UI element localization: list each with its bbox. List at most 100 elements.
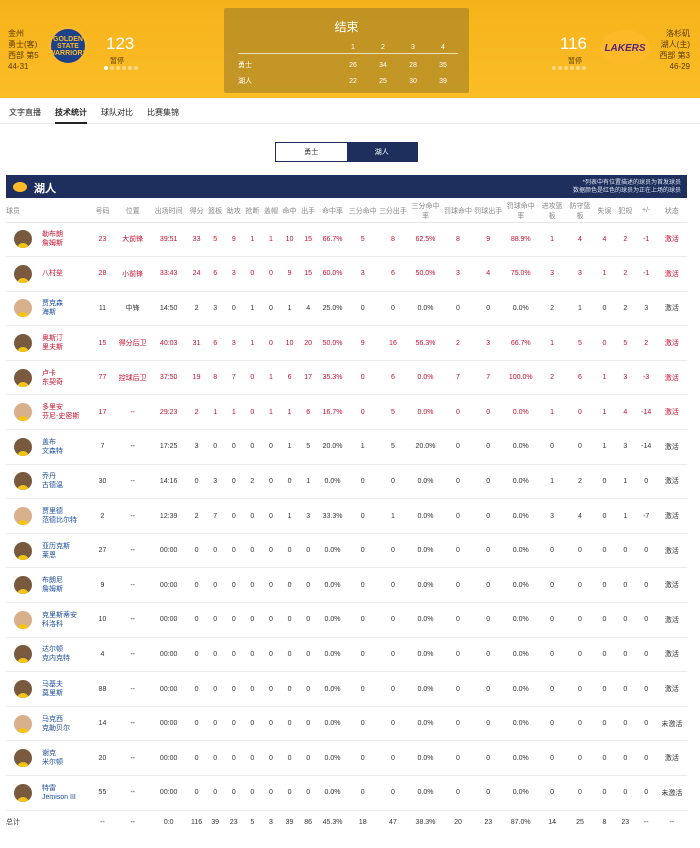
stat-cell: 0 xyxy=(566,533,594,569)
player-cell[interactable]: 乔丹 古德温 xyxy=(6,464,90,500)
stat-cell: 0 xyxy=(566,394,594,431)
player-row[interactable]: 贾克森 海斯 11 中锋 14:50 2 3 0 1 0 1 4 25.0% 0 0 0.0% 0 0 0.0% 2 1… xyxy=(6,291,687,327)
player-name[interactable]: 勒布朗 xyxy=(42,230,63,239)
lakers-logo-icon[interactable]: LAKERS xyxy=(600,30,650,66)
player-name[interactable]: 马基夫 xyxy=(42,680,63,689)
player-cell[interactable]: 克里斯蒂安 科洛科 xyxy=(6,602,90,638)
player-avatar xyxy=(14,507,32,526)
player-name[interactable]: 詹姆斯 xyxy=(42,585,63,594)
player-name[interactable]: 范德比尔特 xyxy=(42,516,77,525)
stat-cell: 4 xyxy=(614,394,636,431)
player-row[interactable]: 卢卡 东契奇 77 控球后卫 37:50 19 8 7 0 1 6 17 35.3% 0 6 0.0% 7 7 10… xyxy=(6,360,687,396)
player-cell[interactable]: 贾克森 海斯 xyxy=(6,291,90,327)
player-cell[interactable]: 奥斯汀 里夫斯 xyxy=(6,325,90,361)
tab-highlights[interactable]: 比赛集锦 xyxy=(147,98,179,124)
stat-cell: 23 xyxy=(89,222,116,258)
player-name[interactable]: 克勒贝尔 xyxy=(42,724,70,733)
player-row[interactable]: 多里安 芬尼-史密斯 17 -- 29:23 2 1 1 0 1 1 6 16.7% 0 5 0.0% 0 0 0.… xyxy=(6,394,687,431)
player-name[interactable]: 特雷 xyxy=(42,784,76,793)
player-name[interactable]: 谢克 xyxy=(42,749,63,758)
player-name[interactable]: 乔丹 xyxy=(42,472,63,481)
player-name[interactable]: 克里斯蒂安 xyxy=(42,611,77,620)
warriors-logo-icon[interactable]: GOLDEN STATE WARRIORS xyxy=(48,26,88,66)
stat-cell: 1 xyxy=(614,498,636,534)
stat-cell: 1 xyxy=(261,394,281,431)
player-cell[interactable]: 特雷 Jemison III xyxy=(6,775,90,811)
player-row[interactable]: 贾里德 范德比尔特 2 -- 12:39 2 7 0 0 0 1 3 33.3% 0 1 0.0% 0 0 0.0%… xyxy=(6,498,687,534)
player-cell[interactable]: 达尔顿 克内克特 xyxy=(6,637,90,673)
stat-cell: 6 xyxy=(205,325,225,361)
player-name[interactable]: 克内克特 xyxy=(42,654,70,663)
player-cell[interactable]: 亚历克斯 莱恩 xyxy=(6,533,90,569)
player-cell[interactable]: 马克西 克勒贝尔 xyxy=(6,706,90,742)
player-row[interactable]: 盖布 文森特 7 -- 17:25 3 0 0 0 0 1 5 20.0% 1 5 20.0% 0 0 0.0% 0 0… xyxy=(6,429,687,465)
stat-cell: 60.0% xyxy=(317,256,348,292)
quarter-score: 25 xyxy=(379,77,387,85)
player-name[interactable]: 米尔顿 xyxy=(42,758,63,767)
player-row[interactable]: 马克西 克勒贝尔 14 -- 00:00 0 0 0 0 0 0 0 0.0% 0 0 0.0% 0 0 0.0% 0… xyxy=(6,706,687,742)
player-row[interactable]: 谢克 米尔顿 20 -- 00:00 0 0 0 0 0 0 0 0.0% 0 0 0.0% 0 0 0.0% 0 0 0… xyxy=(6,740,687,776)
player-row[interactable]: 特雷 Jemison III 55 -- 00:00 0 0 0 0 0 0 0 0.0% 0 0 0.0% 0… xyxy=(6,775,687,811)
player-name[interactable]: 卢卡 xyxy=(42,369,63,378)
player-cell[interactable]: 马基夫 莫里斯 xyxy=(6,671,90,707)
stat-cell: 0 xyxy=(566,671,594,707)
player-row[interactable]: 达尔顿 克内克特 4 -- 00:00 0 0 0 0 0 0 0 0.0% 0 0 0.0% 0 0 0.0% 0 0… xyxy=(6,637,687,673)
away-rank: 西部 第3 xyxy=(659,51,690,60)
player-name[interactable]: 达尔顿 xyxy=(42,645,70,654)
player-name[interactable]: 詹姆斯 xyxy=(42,239,63,248)
team-switch-warriors[interactable]: 勇士 xyxy=(276,143,347,161)
player-row[interactable]: 马基夫 莫里斯 88 -- 00:00 0 0 0 0 0 0 0 0.0% 0 0 0.0% 0 0 0.0% 0 0… xyxy=(6,671,687,707)
player-name[interactable]: 东契奇 xyxy=(42,378,63,387)
player-cell[interactable]: 八村垒 xyxy=(6,256,90,292)
stat-cell: 7 xyxy=(205,498,225,534)
player-name[interactable]: 贾里德 xyxy=(42,507,77,516)
player-name[interactable]: 奥斯汀 xyxy=(42,334,63,343)
player-cell[interactable]: 贾里德 范德比尔特 xyxy=(6,498,90,534)
away-team-name[interactable]: 湖人(主) xyxy=(659,39,690,50)
player-row[interactable]: 克里斯蒂安 科洛科 10 -- 00:00 0 0 0 0 0 0 0 0.0% 0 0 0.0% 0 0 0.0%… xyxy=(6,602,687,638)
player-name[interactable]: Jemison III xyxy=(42,793,76,802)
player-name[interactable]: 里夫斯 xyxy=(42,343,63,352)
player-cell[interactable]: 多里安 芬尼-史密斯 xyxy=(6,394,90,431)
player-name[interactable]: 亚历克斯 xyxy=(42,542,70,551)
player-row[interactable]: 勒布朗 詹姆斯 23 大前锋 39:51 33 5 9 1 1 10 15 66.7% 5 8 62.5% 8 9… xyxy=(6,222,687,258)
player-cell[interactable]: 勒布朗 詹姆斯 xyxy=(6,222,90,258)
stat-cell: 0 xyxy=(224,498,244,534)
player-name[interactable]: 莫里斯 xyxy=(42,689,63,698)
player-name[interactable]: 科洛科 xyxy=(42,620,77,629)
player-name[interactable]: 古德温 xyxy=(42,481,63,490)
player-name[interactable]: 文森特 xyxy=(42,447,63,456)
player-row[interactable]: 亚历克斯 莱恩 27 -- 00:00 0 0 0 0 0 0 0 0.0% 0 0 0.0% 0 0 0.0% 0 0… xyxy=(6,533,687,569)
player-name[interactable]: 马克西 xyxy=(42,715,70,724)
home-team-name[interactable]: 勇士(客) xyxy=(8,39,39,50)
player-row[interactable]: 乔丹 古德温 30 -- 14:16 0 3 0 2 0 0 1 0.0% 0 0 0.0% 0 0 0.0% 1 2 0… xyxy=(6,464,687,500)
tab-box-score[interactable]: 技术统计 xyxy=(55,98,87,124)
tab-live-text[interactable]: 文字直播 xyxy=(9,98,41,124)
player-row[interactable]: 布朗尼 詹姆斯 9 -- 00:00 0 0 0 0 0 0 0 0.0% 0 0 0.0% 0 0 0.0% 0 0 0… xyxy=(6,567,687,604)
note-line: *列表中有位置描述的球员为首发球员 xyxy=(582,180,681,186)
player-name[interactable]: 多里安 xyxy=(42,403,79,412)
status-cell: 激活 xyxy=(656,498,687,534)
player-name[interactable]: 莱恩 xyxy=(42,551,70,560)
player-name[interactable]: 贾克森 xyxy=(42,299,63,308)
player-row[interactable]: 八村垒 28 小前锋 33:43 24 6 3 0 0 9 15 60.0% 3 6 50.0% 3 4 75.0… xyxy=(6,256,687,292)
player-name[interactable]: 布朗尼 xyxy=(42,576,63,585)
player-cell[interactable]: 谢克 米尔顿 xyxy=(6,740,90,776)
player-name[interactable]: 芬尼-史密斯 xyxy=(42,412,79,421)
player-cell[interactable]: 卢卡 东契奇 xyxy=(6,360,90,396)
player-name[interactable]: 八村垒 xyxy=(42,269,63,278)
stat-cell: 0 xyxy=(473,291,504,327)
stat-cell: -14 xyxy=(635,394,657,431)
stat-cell: 0.0% xyxy=(408,464,443,500)
stat-cell: 0 xyxy=(261,256,281,292)
player-avatar xyxy=(14,368,32,387)
player-row[interactable]: 奥斯汀 里夫斯 15 得分后卫 40:03 31 6 3 1 0 10 20 50.0% 9 16 56.3%… xyxy=(6,325,687,361)
player-cell[interactable]: 盖布 文森特 xyxy=(6,429,90,465)
player-name[interactable]: 盖布 xyxy=(42,438,63,447)
player-cell[interactable]: 布朗尼 詹姆斯 xyxy=(6,567,90,604)
team-switch-lakers[interactable]: 湖人 xyxy=(346,143,417,161)
stat-cell: 5 xyxy=(566,325,594,361)
tab-team-compare[interactable]: 球队对比 xyxy=(101,98,133,124)
stat-cell: 3 xyxy=(614,360,636,396)
player-name[interactable]: 海斯 xyxy=(42,308,63,317)
